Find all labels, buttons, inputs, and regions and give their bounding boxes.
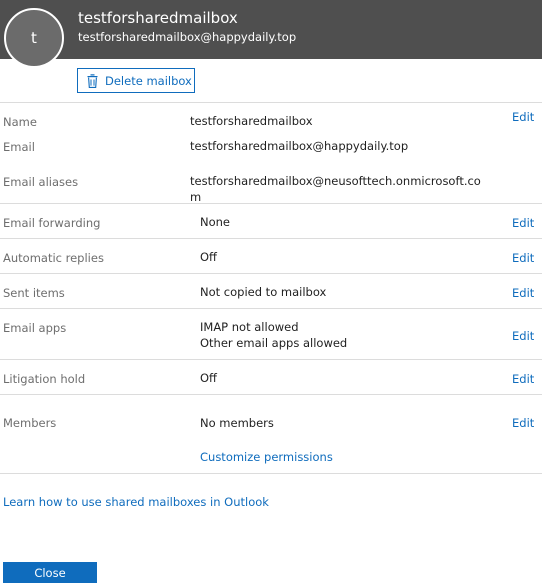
email-label: Email	[3, 140, 35, 154]
email-apps-label: Email apps	[3, 321, 67, 335]
divider	[0, 359, 542, 360]
automatic-replies-label: Automatic replies	[3, 251, 104, 265]
close-button[interactable]: Close	[3, 562, 97, 583]
divider	[0, 394, 542, 395]
mailbox-email-subtitle: testforsharedmailbox@happydaily.top	[78, 30, 297, 44]
members-value: No members	[200, 416, 274, 430]
members-label: Members	[3, 416, 57, 430]
divider	[0, 473, 542, 474]
divider	[0, 203, 542, 204]
name-value: testforsharedmailbox	[190, 114, 313, 128]
divider	[0, 238, 542, 239]
delete-mailbox-button[interactable]: Delete mailbox	[77, 68, 195, 93]
litigation-hold-value: Off	[200, 371, 217, 385]
email-alias-line: testforsharedmailbox@neusofttech.onmicro…	[190, 174, 481, 188]
divider	[0, 273, 542, 274]
automatic-replies-value: Off	[200, 250, 217, 264]
email-forwarding-label: Email forwarding	[3, 216, 101, 230]
edit-email-apps-link[interactable]: Edit	[512, 329, 534, 343]
sent-items-value: Not copied to mailbox	[200, 285, 327, 299]
name-label: Name	[3, 115, 37, 129]
mailbox-title: testforsharedmailbox	[78, 9, 238, 27]
email-apps-line-imap: IMAP not allowed	[200, 320, 299, 334]
learn-shared-mailboxes-link[interactable]: Learn how to use shared mailboxes in Out…	[3, 495, 269, 509]
email-forwarding-value: None	[200, 215, 231, 229]
edit-sent-items-link[interactable]: Edit	[512, 286, 534, 300]
email-apps-line-other: Other email apps allowed	[200, 336, 348, 350]
email-value: testforsharedmailbox@happydaily.top	[190, 139, 409, 153]
divider	[0, 102, 542, 103]
edit-litigation-hold-link[interactable]: Edit	[512, 372, 534, 386]
email-aliases-value: testforsharedmailbox@neusofttech.onmicro…	[190, 173, 481, 205]
edit-automatic-replies-link[interactable]: Edit	[512, 251, 534, 265]
edit-email-forwarding-link[interactable]: Edit	[512, 216, 534, 230]
litigation-hold-label: Litigation hold	[3, 372, 86, 386]
trash-icon	[87, 73, 98, 88]
email-apps-value: IMAP not allowed Other email apps allowe…	[200, 319, 347, 351]
edit-name-link[interactable]: Edit	[512, 110, 534, 124]
edit-members-link[interactable]: Edit	[512, 416, 534, 430]
avatar: t	[4, 8, 64, 68]
delete-mailbox-label: Delete mailbox	[105, 73, 192, 88]
sent-items-label: Sent items	[3, 286, 65, 300]
divider	[0, 308, 542, 309]
email-aliases-label: Email aliases	[3, 175, 79, 189]
customize-permissions-link[interactable]: Customize permissions	[200, 450, 333, 464]
